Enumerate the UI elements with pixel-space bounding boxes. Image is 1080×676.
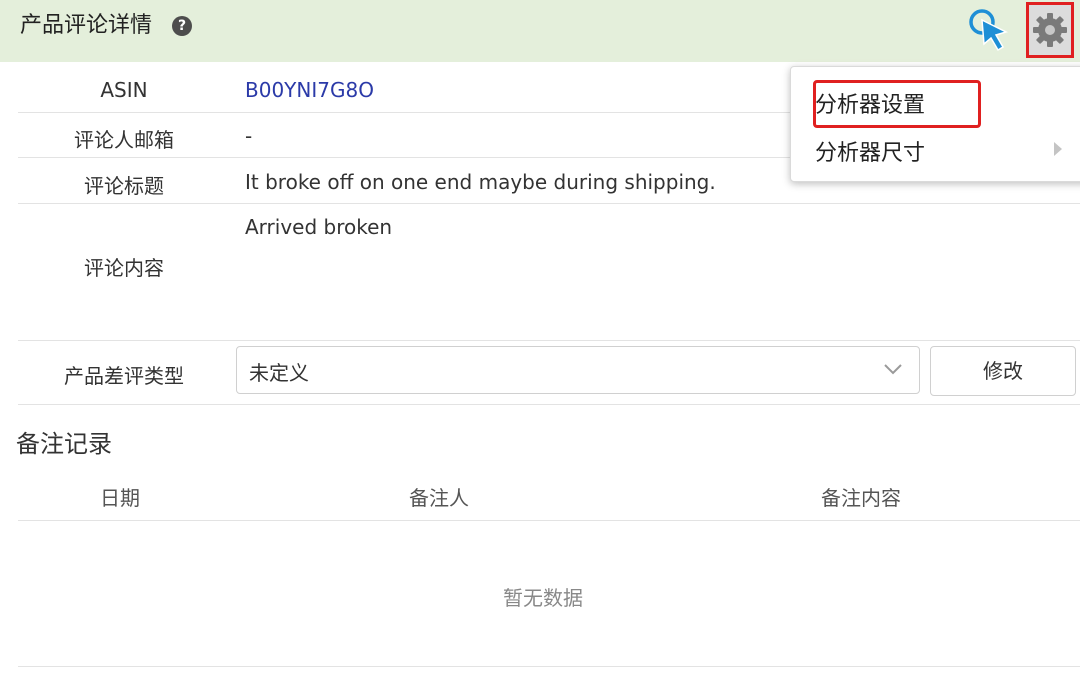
submenu-arrow-icon [1054,142,1062,156]
gear-icon [1033,13,1067,47]
help-icon[interactable]: ? [172,16,192,36]
review-type-select[interactable]: 未定义 [236,346,920,394]
empty-state-text: 暂无数据 [503,586,583,610]
header-bar: 产品评论详情 ? [0,0,1080,62]
chevron-down-icon [884,364,902,375]
review-type-value: 未定义 [249,361,309,385]
review-title-value: It broke off on one end maybe during shi… [245,170,716,194]
modify-button[interactable]: 修改 [930,346,1076,396]
email-value: - [245,124,253,148]
review-type-label: 产品差评类型 [64,364,184,388]
gear-button[interactable] [1026,2,1074,58]
menu-item-analyzer-size[interactable]: 分析器尺寸 [815,135,925,167]
highlight-box [813,80,981,128]
row-divider [18,203,1080,204]
review-title-label: 评论标题 [84,174,164,198]
row-divider [18,340,1080,341]
page-title: 产品评论详情 [20,13,153,38]
asin-link[interactable]: B00YNI7G8O [245,78,374,102]
row-divider [18,404,1080,405]
column-header-content: 备注内容 [821,486,901,510]
review-content-value: Arrived broken [245,215,393,239]
column-header-date: 日期 [100,486,140,510]
asin-label: ASIN [100,78,148,102]
cursor-icon[interactable] [966,6,1014,52]
review-content-label: 评论内容 [84,256,164,280]
column-header-author: 备注人 [409,486,469,510]
table-bottom-divider [18,666,1080,667]
email-label: 评论人邮箱 [74,128,174,152]
notes-section-title: 备注记录 [16,430,112,458]
table-header-divider [18,520,1080,521]
